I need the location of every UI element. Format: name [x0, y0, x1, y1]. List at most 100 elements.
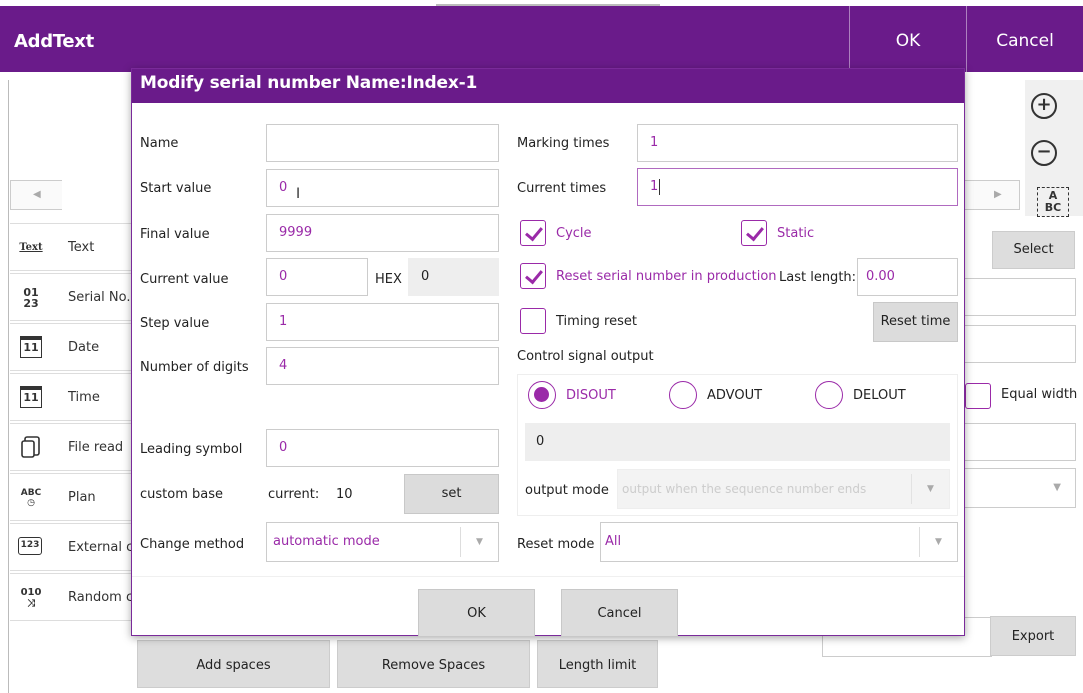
reset-in-production-label: Reset serial number in production — [556, 269, 777, 284]
step-value-input[interactable]: 1 — [266, 303, 499, 341]
name-input[interactable] — [266, 124, 499, 162]
output-mode-select: output when the sequence number ends ▼ — [617, 469, 950, 509]
tool-label: Serial No. — [68, 290, 131, 305]
object-tool-list: Text Text 01 23 Serial No. 11 Date 11 Tim… — [10, 223, 134, 623]
property-dropdown[interactable]: ▼ — [964, 468, 1076, 508]
digits-input[interactable]: 4 — [266, 347, 499, 385]
set-base-button[interactable]: set — [404, 474, 499, 514]
add-spaces-button[interactable]: Add spaces — [137, 640, 330, 688]
marking-times-input[interactable]: 1 — [637, 124, 958, 162]
current-times-input[interactable]: 1 — [637, 168, 958, 206]
start-value-text: 0 — [279, 180, 288, 195]
radio-label: ADVOUT — [707, 388, 763, 403]
last-length-input[interactable]: 0.00 — [857, 258, 958, 296]
static-label: Static — [777, 226, 815, 241]
chevron-down-icon: ▼ — [911, 474, 949, 504]
plan-icon: ABC ◷ — [20, 488, 42, 508]
static-checkbox[interactable]: Static — [741, 220, 861, 248]
start-value-input[interactable]: 0 — [266, 169, 499, 207]
property-field[interactable] — [964, 278, 1076, 316]
reset-time-button[interactable]: Reset time — [873, 302, 958, 342]
output-mode-value: output when the sequence number ends — [622, 482, 867, 496]
radio-selected-icon — [528, 381, 556, 409]
tool-text[interactable]: Text Text — [10, 223, 134, 271]
tool-serial-number[interactable]: 01 23 Serial No. — [10, 273, 134, 321]
text-caret — [659, 178, 661, 195]
radio-label: DELOUT — [853, 388, 906, 403]
output-mode-label: output mode — [525, 483, 609, 498]
timing-reset-label: Timing reset — [556, 314, 637, 329]
scroll-right-button[interactable]: ▶ — [964, 180, 1020, 210]
radio-label: DISOUT — [566, 388, 616, 403]
current-times-text: 1 — [650, 179, 659, 194]
header-cancel-button[interactable]: Cancel — [967, 6, 1083, 72]
calendar-icon: 11 — [20, 386, 42, 408]
start-value-label: Start value — [140, 181, 212, 196]
app-header: AddText OK Cancel — [0, 6, 1083, 72]
checkbox-checked-icon — [520, 263, 546, 289]
custom-base-label: custom base — [140, 487, 223, 502]
leading-symbol-input[interactable]: 0 — [266, 429, 499, 467]
chevron-down-icon: ▼ — [919, 527, 957, 557]
calendar-icon: 11 — [20, 336, 42, 358]
marking-times-label: Marking times — [517, 136, 610, 151]
reset-mode-select[interactable]: All ▼ — [600, 522, 958, 562]
cycle-label: Cycle — [556, 226, 592, 241]
scroll-left-button[interactable]: ◀ — [10, 180, 62, 210]
zoom-in-icon[interactable]: + — [1031, 93, 1057, 119]
radio-disout[interactable]: DISOUT — [528, 381, 638, 409]
triangle-left-icon: ◀ — [33, 189, 41, 200]
reset-mode-label: Reset mode — [517, 537, 595, 552]
select-button[interactable]: Select — [992, 231, 1075, 269]
current-value-input[interactable]: 0 — [266, 258, 368, 296]
tool-random[interactable]: 010 ⤨ Random c — [10, 573, 134, 621]
text-cursor-icon: I — [296, 186, 301, 202]
dialog-ok-button[interactable]: OK — [418, 589, 535, 637]
checkbox-icon — [965, 383, 991, 409]
current-base-label: current: — [268, 487, 320, 502]
tool-date[interactable]: 11 Date — [10, 323, 134, 371]
tool-label: External c — [68, 540, 134, 555]
export-button[interactable]: Export — [990, 616, 1076, 656]
digits-label: Number of digits — [140, 360, 249, 375]
tool-label: Time — [68, 390, 100, 405]
serial-number-icon: 01 23 — [23, 286, 39, 310]
timing-reset-checkbox[interactable]: Timing reset — [520, 308, 680, 336]
tool-plan[interactable]: ABC ◷ Plan — [10, 473, 134, 521]
checkbox-checked-icon — [741, 220, 767, 246]
text-icon: Text — [19, 242, 43, 253]
header-ok-button[interactable]: OK — [850, 6, 966, 72]
remove-spaces-button[interactable]: Remove Spaces — [337, 640, 530, 688]
radio-icon — [669, 381, 697, 409]
radio-advout[interactable]: ADVOUT — [669, 381, 779, 409]
final-value-input[interactable]: 9999 — [266, 214, 499, 252]
app-title: AddText — [14, 31, 94, 52]
reset-in-production-checkbox[interactable]: Reset serial number in production — [520, 263, 778, 291]
dialog-cancel-button[interactable]: Cancel — [561, 589, 678, 637]
name-label: Name — [140, 136, 179, 151]
change-method-label: Change method — [140, 537, 245, 552]
control-signal-label: Control signal output — [517, 349, 654, 364]
change-method-select[interactable]: automatic mode ▼ — [266, 522, 499, 562]
tool-external[interactable]: 123 External c — [10, 523, 134, 571]
property-field[interactable] — [964, 423, 1076, 461]
text-box-icon[interactable]: A BC — [1037, 187, 1069, 217]
zoom-out-icon[interactable]: − — [1031, 140, 1057, 166]
leading-symbol-label: Leading symbol — [140, 442, 243, 457]
length-limit-button[interactable]: Length limit — [537, 640, 658, 688]
dialog-title: Modify serial number Name:Index-1 — [132, 69, 964, 103]
hex-value-field: 0 — [408, 258, 499, 296]
external-input-icon: 123 — [18, 537, 42, 555]
tool-label: Random c — [68, 590, 134, 605]
tool-file-read[interactable]: File read — [10, 423, 134, 471]
tool-time[interactable]: 11 Time — [10, 373, 134, 421]
abc-icon-line2: BC — [1044, 201, 1062, 214]
radio-delout[interactable]: DELOUT — [815, 381, 925, 409]
property-field[interactable] — [964, 325, 1076, 363]
chevron-down-icon: ▼ — [1053, 482, 1061, 493]
cycle-checkbox[interactable]: Cycle — [520, 220, 640, 248]
radio-icon — [815, 381, 843, 409]
current-base-value: 10 — [336, 487, 353, 502]
tool-label: File read — [68, 440, 124, 455]
current-times-label: Current times — [517, 181, 607, 196]
